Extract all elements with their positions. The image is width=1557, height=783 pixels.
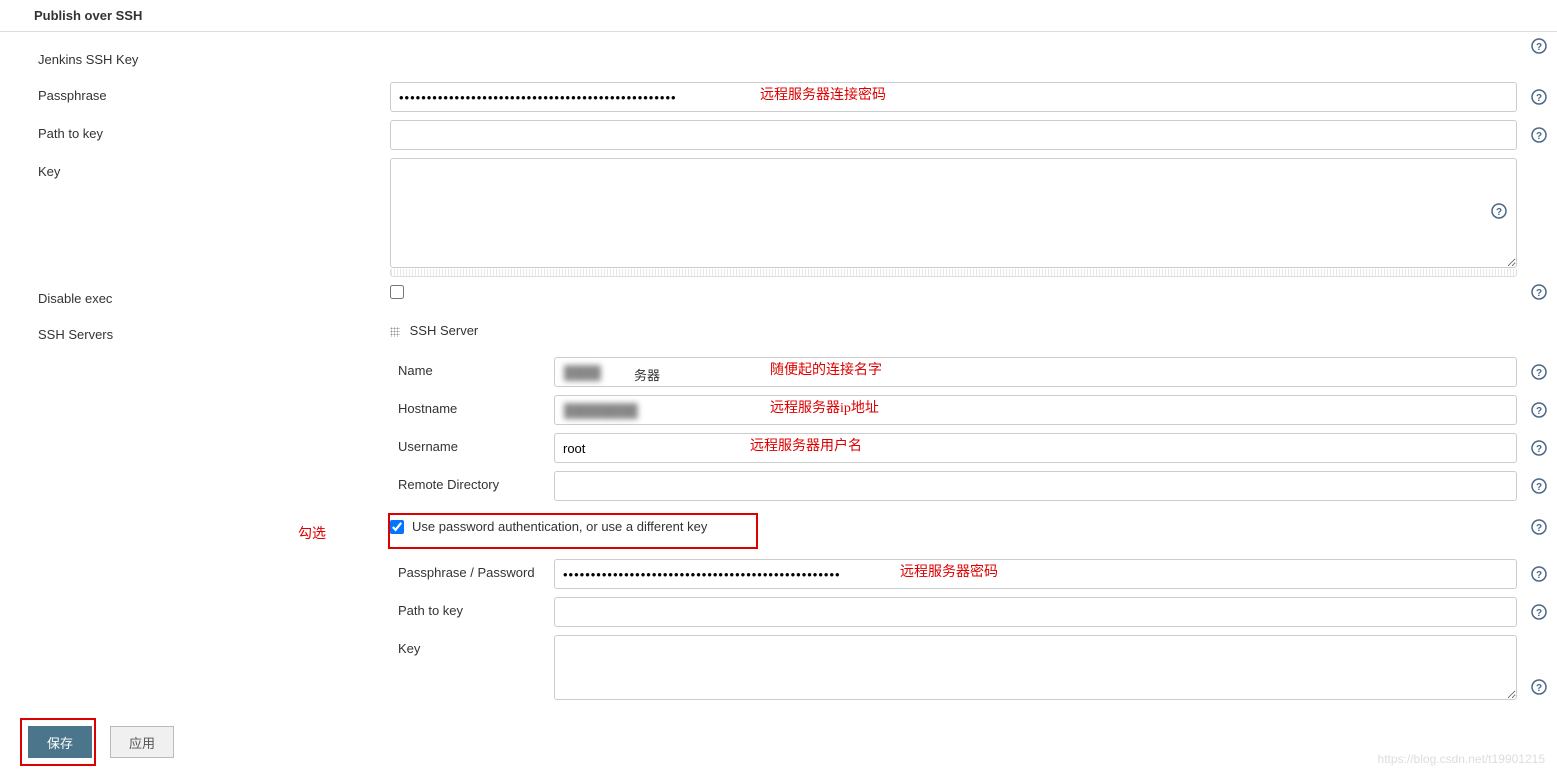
disable-exec-checkbox[interactable] bbox=[390, 285, 404, 299]
help-icon[interactable]: ? bbox=[1531, 402, 1547, 418]
blurred-text: ████ bbox=[564, 365, 601, 380]
path-to-key-input[interactable] bbox=[390, 120, 1517, 150]
row-disable-exec: Disable exec ? bbox=[0, 281, 1557, 317]
label-key: Key bbox=[0, 158, 390, 179]
annotation-check: 勾选 bbox=[298, 523, 326, 543]
row-key2: Key ? bbox=[0, 631, 1557, 704]
row-use-password-auth: Use password authentication, or use a di… bbox=[0, 515, 1557, 555]
help-icon[interactable]: ? bbox=[1531, 440, 1547, 456]
row-username: Username ? 远程服务器用户名 bbox=[0, 429, 1557, 467]
svg-text:?: ? bbox=[1536, 482, 1542, 493]
svg-text:?: ? bbox=[1536, 93, 1542, 104]
label-username: Username bbox=[0, 433, 554, 454]
svg-text:?: ? bbox=[1536, 608, 1542, 619]
passphrase-password-input[interactable] bbox=[554, 559, 1517, 589]
svg-text:?: ? bbox=[1536, 368, 1542, 379]
label-ssh-servers: SSH Servers bbox=[0, 321, 390, 342]
svg-text:?: ? bbox=[1536, 131, 1542, 142]
row-remote-directory: Remote Directory ? bbox=[0, 467, 1557, 505]
remote-directory-input[interactable] bbox=[554, 471, 1517, 501]
svg-text:?: ? bbox=[1536, 42, 1542, 53]
help-icon[interactable]: ? bbox=[1531, 478, 1547, 494]
svg-text:?: ? bbox=[1536, 523, 1542, 534]
row-passphrase: Passphrase ? 远程服务器连接密码 bbox=[0, 78, 1557, 116]
use-password-auth-wrap[interactable]: Use password authentication, or use a di… bbox=[390, 519, 1517, 534]
ssh-server-label: SSH Server bbox=[410, 323, 479, 338]
svg-text:?: ? bbox=[1536, 570, 1542, 581]
row-key: Key ? bbox=[0, 154, 1557, 281]
label-path-to-key: Path to key bbox=[0, 120, 390, 141]
label-jenkins-ssh-key: Jenkins SSH Key bbox=[0, 46, 390, 67]
row-name: Name ████ 务器 ? 随便起的连接名字 bbox=[0, 353, 1557, 391]
row-hostname: Hostname ████████ ? 远程服务器ip地址 bbox=[0, 391, 1557, 429]
name-value-visible: 务器 bbox=[634, 365, 660, 384]
help-icon[interactable]: ? bbox=[1531, 679, 1547, 695]
help-icon[interactable]: ? bbox=[1531, 89, 1547, 105]
help-icon[interactable]: ? bbox=[1531, 604, 1547, 620]
username-input[interactable] bbox=[554, 433, 1517, 463]
help-icon[interactable]: ? bbox=[1531, 364, 1547, 380]
ssh-server-header: SSH Server bbox=[390, 321, 1557, 344]
blurred-text: ████████ bbox=[564, 403, 638, 418]
section-title: Publish over SSH bbox=[0, 0, 1557, 32]
row-path-to-key2: Path to key ? bbox=[0, 593, 1557, 631]
help-icon[interactable]: ? bbox=[1531, 127, 1547, 143]
label-passphrase: Passphrase bbox=[0, 82, 390, 103]
row-path-to-key: Path to key ? bbox=[0, 116, 1557, 154]
label-disable-exec: Disable exec bbox=[0, 285, 390, 306]
label-hostname: Hostname bbox=[0, 395, 554, 416]
row-passphrase-password: Passphrase / Password ? 远程服务器密码 bbox=[0, 555, 1557, 593]
row-jenkins-ssh-key: Jenkins SSH Key ? bbox=[0, 42, 1557, 78]
svg-text:?: ? bbox=[1536, 288, 1542, 299]
svg-text:?: ? bbox=[1536, 406, 1542, 417]
help-icon[interactable]: ? bbox=[1531, 38, 1547, 54]
label-remote-directory: Remote Directory bbox=[0, 471, 554, 492]
svg-text:?: ? bbox=[1496, 207, 1502, 218]
help-icon[interactable]: ? bbox=[1531, 519, 1547, 535]
footer: 保存 应用 bbox=[0, 714, 1557, 774]
label-name: Name bbox=[0, 357, 554, 378]
help-icon[interactable]: ? bbox=[1531, 284, 1547, 300]
row-ssh-servers: SSH Servers SSH Server bbox=[0, 317, 1557, 353]
label-passphrase-password: Passphrase / Password bbox=[0, 559, 554, 580]
use-password-auth-checkbox[interactable] bbox=[390, 520, 404, 534]
help-icon[interactable]: ? bbox=[1531, 566, 1547, 582]
apply-button[interactable]: 应用 bbox=[110, 726, 174, 758]
save-button[interactable]: 保存 bbox=[28, 726, 92, 758]
label-path-to-key2: Path to key bbox=[0, 597, 554, 618]
hostname-input[interactable] bbox=[554, 395, 1517, 425]
drag-grip-icon[interactable] bbox=[390, 327, 400, 337]
path-to-key2-input[interactable] bbox=[554, 597, 1517, 627]
svg-text:?: ? bbox=[1536, 444, 1542, 455]
key2-textarea[interactable] bbox=[554, 635, 1517, 700]
passphrase-input[interactable] bbox=[390, 82, 1517, 112]
use-password-auth-label: Use password authentication, or use a di… bbox=[412, 519, 707, 534]
svg-text:?: ? bbox=[1536, 683, 1542, 694]
name-input[interactable] bbox=[554, 357, 1517, 387]
help-icon[interactable]: ? bbox=[1491, 203, 1507, 219]
key-textarea[interactable] bbox=[390, 158, 1517, 268]
label-key2: Key bbox=[0, 635, 554, 656]
